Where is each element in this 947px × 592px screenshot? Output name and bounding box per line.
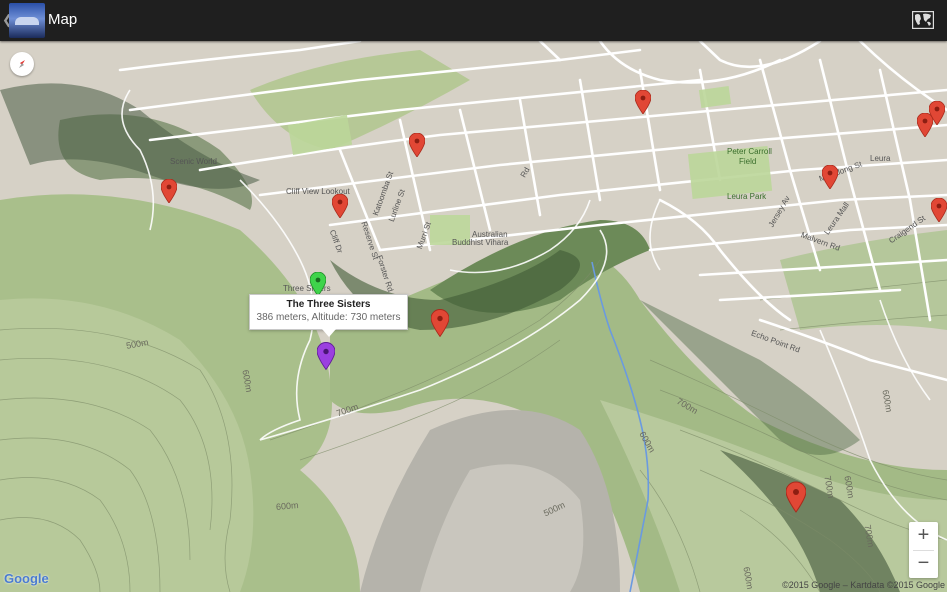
map-marker-red[interactable] bbox=[929, 101, 945, 125]
park-label: Leura Park bbox=[727, 192, 767, 201]
map-marker-red[interactable] bbox=[332, 194, 348, 218]
map-marker-red[interactable] bbox=[409, 133, 425, 157]
map-marker-red[interactable] bbox=[431, 309, 449, 337]
map-marker-red[interactable] bbox=[822, 165, 838, 189]
world-map-icon[interactable] bbox=[912, 11, 934, 29]
map-marker-green[interactable] bbox=[310, 272, 326, 296]
app-bar: ❮ Map bbox=[0, 0, 947, 41]
zoom-in-button[interactable]: + bbox=[909, 522, 938, 550]
page-title: Map bbox=[48, 11, 78, 28]
app-icon[interactable] bbox=[9, 3, 45, 38]
map-marker-red[interactable] bbox=[786, 481, 806, 513]
park-label: Field bbox=[739, 157, 757, 166]
zoom-controls: + − bbox=[909, 522, 938, 578]
place-label: Leura bbox=[870, 154, 891, 163]
google-logo: Google bbox=[4, 571, 49, 586]
map-attribution[interactable]: ©2015 Google – Kartdata ©2015 Google bbox=[782, 580, 945, 590]
marker-info-window[interactable]: The Three Sisters 386 meters, Altitude: … bbox=[249, 294, 408, 337]
info-window-title: The Three Sisters bbox=[286, 299, 371, 310]
place-label: Scenic World bbox=[170, 157, 217, 166]
map-marker-red[interactable] bbox=[635, 90, 651, 114]
contour-label: 600m bbox=[275, 500, 299, 512]
park-label: Peter Carroll bbox=[727, 147, 772, 156]
map-marker-purple[interactable] bbox=[317, 340, 335, 372]
map-marker-red[interactable] bbox=[931, 198, 947, 222]
info-window-subtitle: 386 meters, Altitude: 730 meters bbox=[256, 312, 401, 323]
place-label: Buddhist Vihara bbox=[452, 238, 509, 247]
compass-icon[interactable] bbox=[10, 52, 34, 76]
zoom-divider bbox=[913, 550, 934, 551]
zoom-out-button[interactable]: − bbox=[909, 550, 938, 578]
map-marker-red[interactable] bbox=[161, 179, 177, 203]
